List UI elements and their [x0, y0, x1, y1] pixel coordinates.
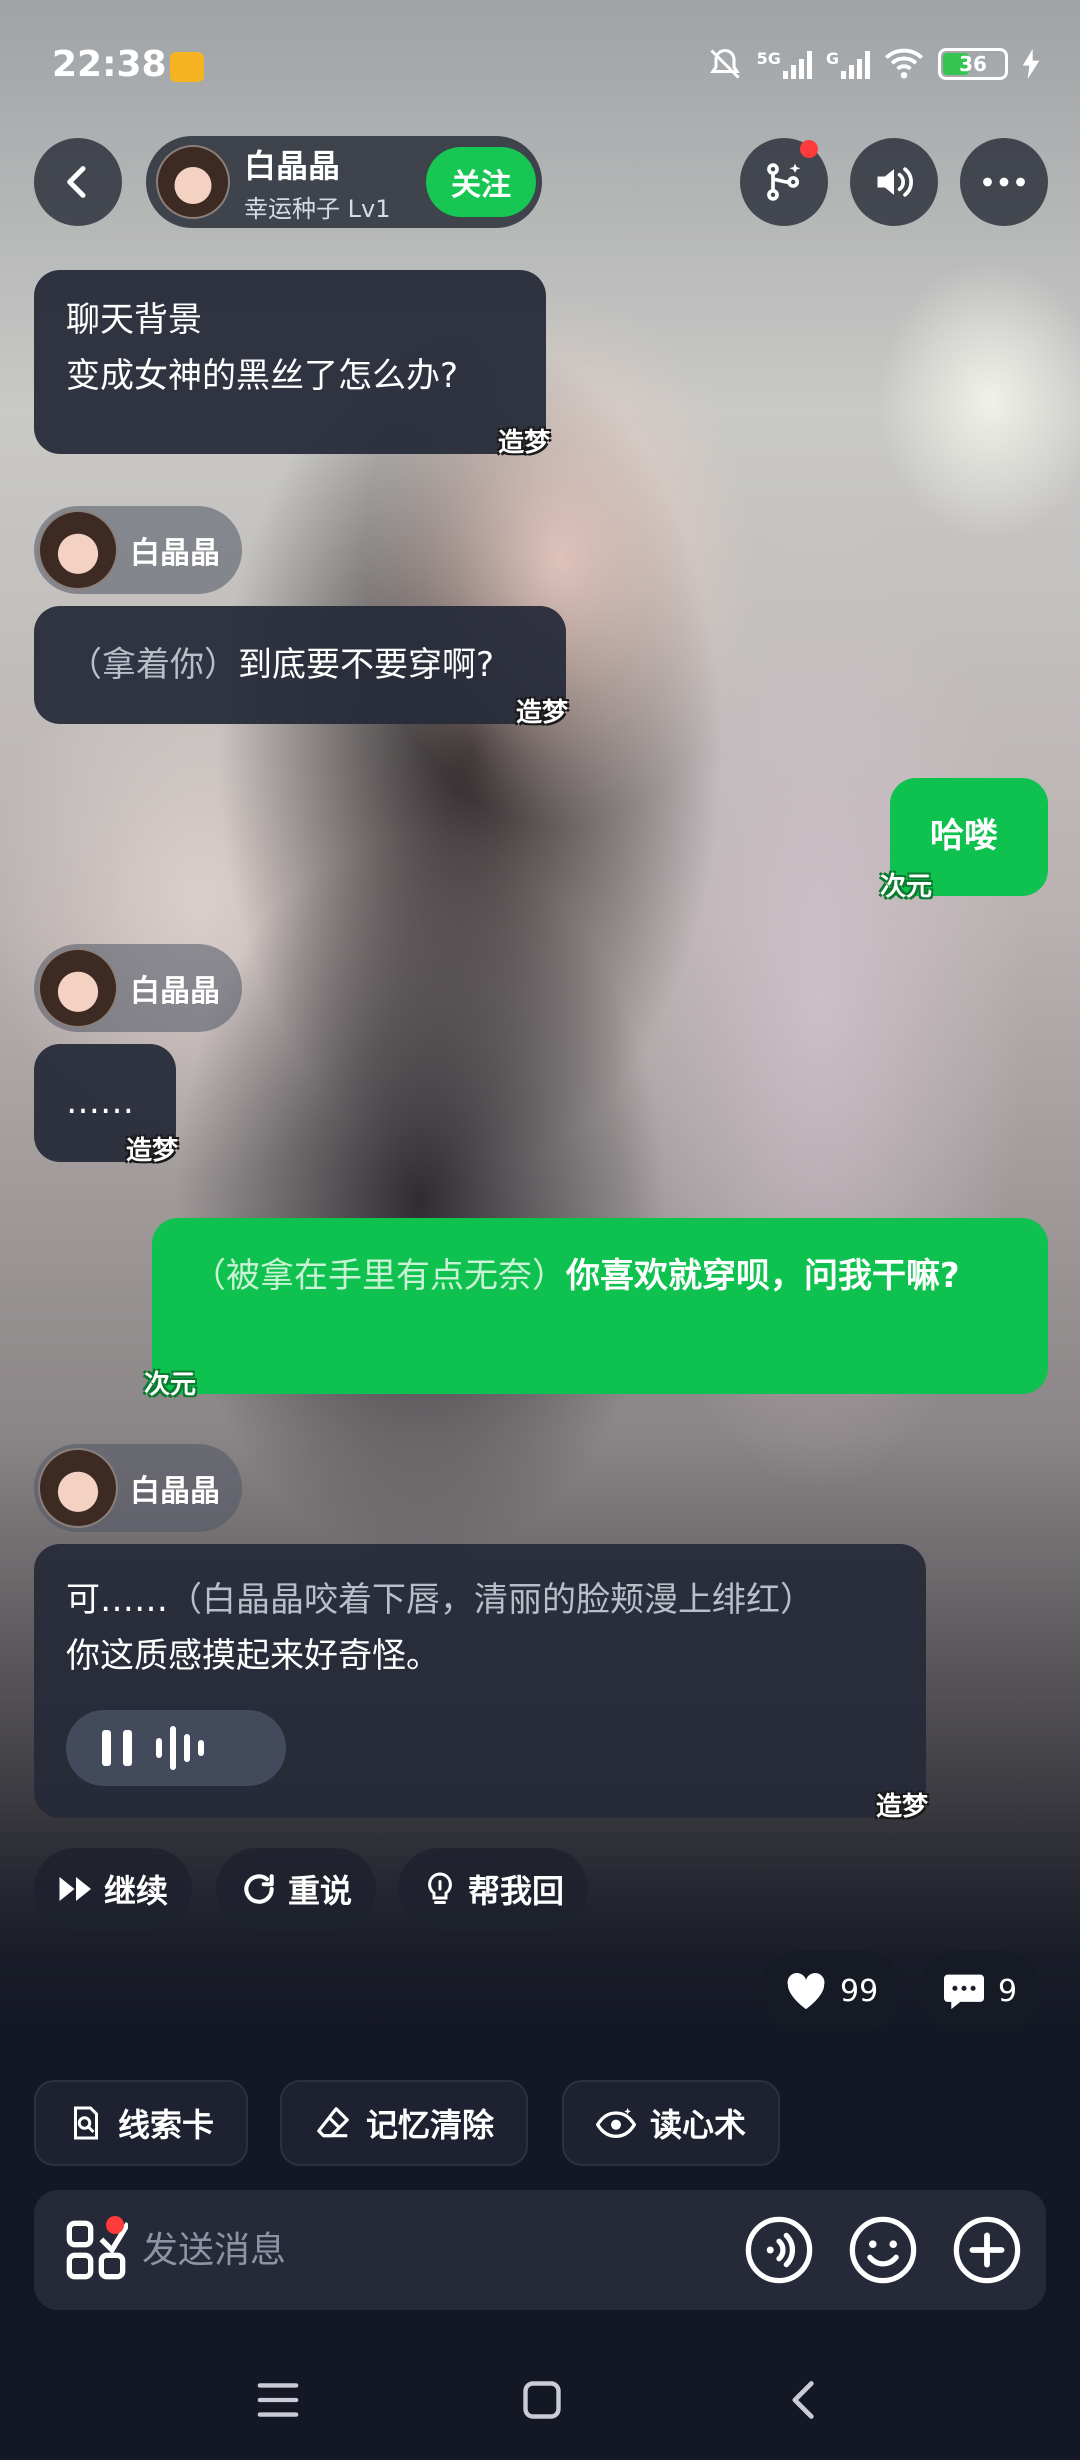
- character-level: 幸运种子 Lv1: [244, 194, 391, 223]
- fast-forward-icon: [59, 1877, 91, 1901]
- network-label-g: G: [825, 49, 839, 68]
- notification-dot: [800, 140, 818, 158]
- character-name: 白晶晶: [244, 146, 341, 185]
- notification-app-icon: [170, 52, 204, 82]
- context-title: 聊天背景: [66, 300, 202, 340]
- message-input[interactable]: [142, 2220, 742, 2280]
- wifi-icon: [885, 48, 923, 79]
- help-reply-button[interactable]: 帮我回: [398, 1848, 589, 1930]
- message-tag: 造梦: [498, 428, 551, 458]
- message-action: （拿着你）: [68, 645, 238, 685]
- continue-button[interactable]: 继续: [34, 1848, 193, 1930]
- message-composer: [34, 2190, 1046, 2310]
- home-icon[interactable]: [520, 2378, 564, 2422]
- menu-icon[interactable]: [256, 2380, 300, 2420]
- waveform-icon: [156, 1726, 204, 1770]
- sender-name: 白晶晶: [130, 1474, 220, 1509]
- status-icons: 5G G 36: [707, 46, 1040, 82]
- story-branch-button[interactable]: [740, 138, 828, 226]
- memory-clear-label: 记忆清除: [366, 2106, 495, 2144]
- like-count: 99: [840, 1973, 879, 2009]
- notification-dot: [106, 2216, 124, 2234]
- status-time: 22:38: [52, 44, 167, 85]
- message-tag: 造梦: [516, 698, 569, 728]
- character-profile[interactable]: 白晶晶 幸运种子 Lv1 关注: [146, 136, 542, 228]
- sender-chip: 白晶晶: [34, 1444, 242, 1532]
- message-text: 到底要不要穿啊?: [238, 645, 495, 685]
- follow-button[interactable]: 关注: [426, 147, 536, 217]
- network-label-5g: 5G: [756, 49, 781, 68]
- add-icon[interactable]: [952, 2215, 1022, 2285]
- eye-sparkle-icon: [596, 2108, 636, 2139]
- pause-icon: [102, 1730, 132, 1766]
- message-tag: 次元: [144, 1370, 197, 1400]
- lightbulb-icon: [428, 1872, 452, 1904]
- clue-card-button[interactable]: 线索卡: [34, 2080, 249, 2166]
- branch-sparkle-icon: [767, 163, 801, 201]
- context-text: 变成女神的黑丝了怎么办?: [66, 356, 459, 396]
- background-fade: [0, 1800, 1080, 2060]
- sender-name: 白晶晶: [130, 974, 220, 1009]
- battery-icon: 36: [938, 48, 1008, 80]
- mind-read-label: 读心术: [650, 2106, 747, 2144]
- avatar: [38, 948, 118, 1028]
- avatar: [38, 1448, 118, 1528]
- mute-bell-icon: [709, 48, 740, 79]
- back-nav-icon[interactable]: [784, 2378, 824, 2422]
- comment-button[interactable]: 9: [918, 1950, 1042, 2032]
- memory-clear-button[interactable]: 记忆清除: [280, 2080, 529, 2166]
- apps-grid-button[interactable]: [64, 2216, 131, 2286]
- mind-read-button[interactable]: 读心术: [562, 2080, 781, 2166]
- help-reply-label: 帮我回: [468, 1872, 565, 1910]
- continue-label: 继续: [104, 1872, 169, 1910]
- sender-name: 白晶晶: [130, 536, 220, 571]
- message-text: 你喜欢就穿呗，问我干嘛?: [566, 1256, 960, 1296]
- message-text: ……: [66, 1082, 134, 1122]
- chat-background-card: 聊天背景 变成女神的黑丝了怎么办?: [34, 270, 546, 454]
- message-tag: 造梦: [876, 1792, 929, 1822]
- retry-button[interactable]: 重说: [216, 1848, 377, 1930]
- like-button[interactable]: 99: [760, 1950, 903, 2032]
- battery-level: 36: [959, 52, 987, 76]
- sound-button[interactable]: [850, 138, 938, 226]
- message-text-post: 你这质感摸起来好奇怪。: [66, 1636, 440, 1676]
- retry-label: 重说: [288, 1872, 353, 1910]
- eraser-icon: [317, 2107, 349, 2138]
- user-message-bubble[interactable]: （被拿在手里有点无奈）你喜欢就穿呗，问我干嘛?: [152, 1218, 1048, 1394]
- message-action: （被拿在手里有点无奈）: [192, 1256, 566, 1296]
- sender-chip: 白晶晶: [34, 944, 242, 1032]
- sender-chip: 白晶晶: [34, 506, 242, 594]
- back-button[interactable]: [34, 138, 122, 226]
- message-text-pre: 可……: [66, 1580, 168, 1620]
- back-arrow-icon: [67, 166, 86, 198]
- charging-icon: [1022, 49, 1040, 79]
- system-nav-bar: [0, 2340, 1080, 2460]
- ai-message-bubble[interactable]: （拿着你）到底要不要穿啊?: [34, 606, 566, 724]
- signal-icon: [782, 49, 812, 79]
- more-button[interactable]: [960, 138, 1048, 226]
- signal-icon: [841, 49, 870, 79]
- message-tag: 次元: [880, 872, 933, 902]
- clue-search-icon: [74, 2106, 98, 2140]
- clue-card-label: 线索卡: [118, 2106, 215, 2144]
- more-dots-icon: [983, 177, 1025, 187]
- comment-count: 9: [998, 1973, 1018, 2009]
- refresh-icon: [244, 1874, 274, 1904]
- heart-icon: [787, 1972, 825, 2010]
- avatar: [156, 145, 230, 219]
- message-action: （白晶晶咬着下唇，清丽的脸颊漫上绯红）: [168, 1580, 814, 1620]
- voice-playback-control[interactable]: [66, 1710, 286, 1786]
- comment-icon: [944, 1974, 984, 2010]
- message-tag: 造梦: [126, 1136, 179, 1166]
- speaker-icon: [877, 167, 913, 197]
- message-text: 哈喽: [930, 816, 998, 856]
- voice-input-icon[interactable]: [744, 2215, 814, 2285]
- avatar: [38, 510, 118, 590]
- emoji-icon[interactable]: [848, 2215, 918, 2285]
